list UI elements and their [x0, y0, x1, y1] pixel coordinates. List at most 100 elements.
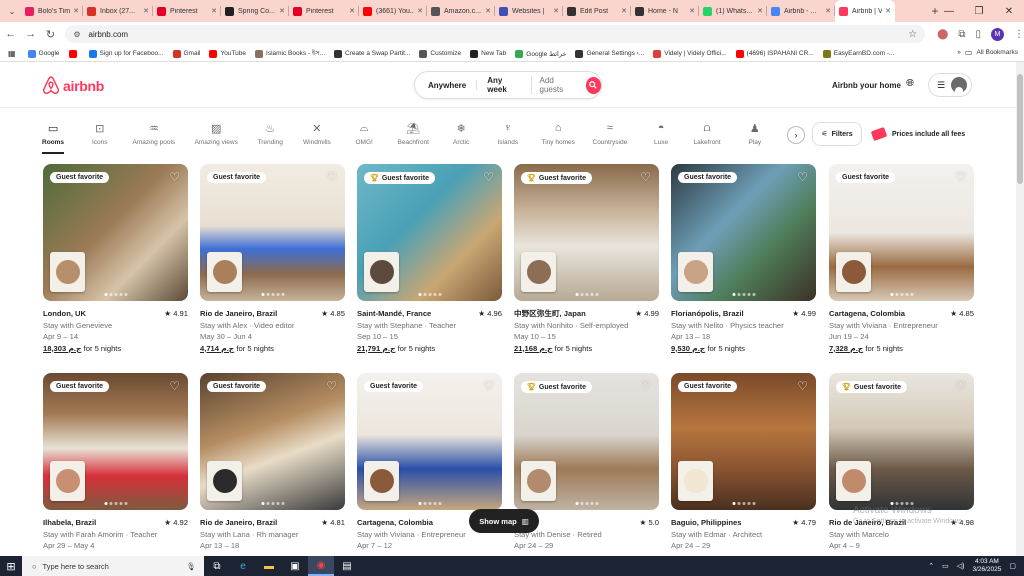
category-tiny-homes[interactable]: ⌂ Tiny homes — [542, 121, 575, 146]
listing-photo[interactable]: Guest favorite ♡ — [200, 373, 345, 510]
listing-photo[interactable]: Guest favorite ♡ — [43, 164, 188, 301]
tab-close-icon[interactable]: ✕ — [825, 7, 831, 15]
listing-photo[interactable]: Guest favorite ♡ — [671, 373, 816, 510]
browser-tab[interactable]: Inbox (27... ✕ — [83, 0, 153, 22]
category-next-button[interactable]: › — [787, 126, 805, 144]
price-amount[interactable]: 21,791 ج.م — [357, 344, 396, 353]
search-bar[interactable]: Anywhere Any week Add guests — [414, 71, 602, 99]
notification-icon[interactable]: ▢ — [1009, 562, 1016, 570]
pagination-dot[interactable] — [114, 502, 117, 505]
bookmark-item[interactable]: Gmail — [172, 49, 200, 58]
bookmark-item[interactable]: New Tab — [470, 49, 506, 58]
taskbar-clock[interactable]: 4:03 AM 3/26/2025 — [972, 558, 1001, 574]
pagination-dot[interactable] — [732, 293, 735, 296]
pagination-dot[interactable] — [752, 293, 755, 296]
profile-avatar[interactable]: M — [990, 27, 1004, 41]
close-window-icon[interactable]: ✕ — [994, 6, 1024, 17]
listing-photo[interactable]: Guest favorite ♡ — [671, 164, 816, 301]
pagination-dot[interactable] — [438, 293, 441, 296]
pagination-dot[interactable] — [747, 502, 750, 505]
heart-icon[interactable]: ♡ — [483, 170, 494, 184]
pagination-dot[interactable] — [438, 502, 441, 505]
extension-icon[interactable]: ⬤ — [937, 29, 948, 40]
pagination-dot[interactable] — [418, 293, 421, 296]
tab-close-icon[interactable]: ✕ — [143, 7, 149, 15]
pagination-dot[interactable] — [271, 293, 274, 296]
store-icon[interactable]: ▣ — [282, 556, 308, 576]
chrome-icon[interactable]: ◉ — [308, 556, 334, 576]
tab-close-icon[interactable]: ✕ — [757, 7, 763, 15]
pagination-dot[interactable] — [737, 502, 740, 505]
pagination-dot[interactable] — [261, 502, 264, 505]
pagination-dot[interactable] — [910, 293, 913, 296]
price-amount[interactable]: 9,530 ج.م — [671, 344, 705, 353]
pagination-dot[interactable] — [580, 293, 583, 296]
page-scrollbar[interactable] — [1016, 62, 1024, 556]
category-countryside[interactable]: ≈ Countryside — [593, 121, 628, 146]
globe-icon[interactable]: 🌐︎ — [906, 78, 914, 89]
pagination-dot[interactable] — [590, 293, 593, 296]
pagination-dot[interactable] — [281, 293, 284, 296]
browser-tab[interactable]: Pinterest ✕ — [153, 0, 221, 22]
pagination-dot[interactable] — [732, 502, 735, 505]
listing-photo[interactable]: 🏆︎ Guest favorite ♡ — [514, 164, 659, 301]
bookmark-item[interactable]: (4696) ISPAHANI CR... — [735, 49, 814, 58]
pagination-dot[interactable] — [119, 293, 122, 296]
pagination-dot[interactable] — [900, 293, 903, 296]
pagination-dot[interactable] — [119, 502, 122, 505]
category-rooms[interactable]: ▭ Rooms — [42, 121, 65, 154]
pagination-dot[interactable] — [905, 293, 908, 296]
bookmark-star-icon[interactable]: ☆ — [908, 29, 917, 40]
price-fees-toggle[interactable]: Prices include all fees — [870, 122, 980, 146]
price-amount[interactable]: 4,714 ج.م — [200, 344, 234, 353]
tab-search-icon[interactable]: ⌄ — [3, 3, 21, 19]
pagination-dot[interactable] — [742, 502, 745, 505]
listing-card[interactable]: Guest favorite ♡ Rio de Janeiro, Brazil ★ 4… — [200, 164, 345, 354]
app-icon[interactable]: ▤ — [334, 556, 360, 576]
category-trending[interactable]: ♨ Trending — [258, 121, 283, 147]
heart-icon[interactable]: ♡ — [169, 170, 180, 184]
search-guests-button[interactable]: Add guests — [532, 76, 584, 94]
pagination-dot[interactable] — [281, 502, 284, 505]
maximize-icon[interactable]: ❐ — [964, 6, 994, 17]
heart-icon[interactable]: ♡ — [797, 379, 808, 393]
pagination-dot[interactable] — [266, 293, 269, 296]
airbnb-logo[interactable]: airbnb — [42, 76, 104, 95]
category-beachfront[interactable]: ⛱ Beachfront — [398, 121, 429, 147]
heart-icon[interactable]: ♡ — [640, 379, 651, 393]
tab-close-icon[interactable]: ✕ — [279, 7, 285, 15]
category-amazing-views[interactable]: ▨ Amazing views — [195, 121, 238, 147]
bookmark-item[interactable]: Videly | Videly Offici... — [653, 49, 727, 58]
listing-card[interactable]: Guest favorite ♡ Florianópolis, Brazil ★ 4.… — [671, 164, 816, 354]
tab-close-icon[interactable]: ✕ — [73, 7, 79, 15]
pagination-dot[interactable] — [895, 293, 898, 296]
price-amount[interactable]: 7,328 ج.م — [829, 344, 863, 353]
edge-icon[interactable]: e — [230, 556, 256, 576]
browser-tab[interactable]: Bolo's Tim ✕ — [21, 0, 83, 22]
category-arctic[interactable]: ❄ Arctic — [453, 121, 469, 147]
airbnb-your-home-link[interactable]: Airbnb your home — [832, 81, 901, 90]
pagination-dot[interactable] — [276, 502, 279, 505]
pagination-dot[interactable] — [747, 293, 750, 296]
forward-icon[interactable]: → — [22, 28, 40, 40]
category-amazing-pools[interactable]: ♒ Amazing pools — [133, 121, 176, 147]
puzzle-icon[interactable]: ⧉ — [958, 29, 965, 40]
pagination-dot[interactable] — [595, 502, 598, 505]
minimize-icon[interactable]: — — [934, 6, 964, 17]
category-play[interactable]: ♟ Play — [749, 121, 762, 147]
pagination-dot[interactable] — [423, 502, 426, 505]
pagination-dot[interactable] — [124, 502, 127, 505]
browser-tab[interactable]: Airbnb - ... ✕ — [767, 0, 835, 22]
bookmark-item[interactable]: EasyEarnBD.com -... — [822, 49, 894, 58]
listing-card[interactable]: Guest favorite ♡ Baguio, Philippines ★ 4.79… — [671, 373, 816, 552]
pagination-dot[interactable] — [261, 293, 264, 296]
listing-card[interactable]: 🏆︎ Guest favorite ♡ Saint-Mandé, France ★ 4.… — [357, 164, 502, 354]
pagination-dot[interactable] — [433, 502, 436, 505]
category-windmills[interactable]: ✕ Windmills — [303, 121, 331, 147]
bookmark-item[interactable]: Create a Swap Partit... — [334, 49, 410, 58]
browser-tab[interactable]: Spring Co... ✕ — [221, 0, 289, 22]
pagination-dot[interactable] — [580, 502, 583, 505]
pagination-dot[interactable] — [433, 293, 436, 296]
show-map-button[interactable]: Show map ▥ — [469, 509, 539, 533]
bookmark-item[interactable]: YouTube — [209, 49, 246, 58]
